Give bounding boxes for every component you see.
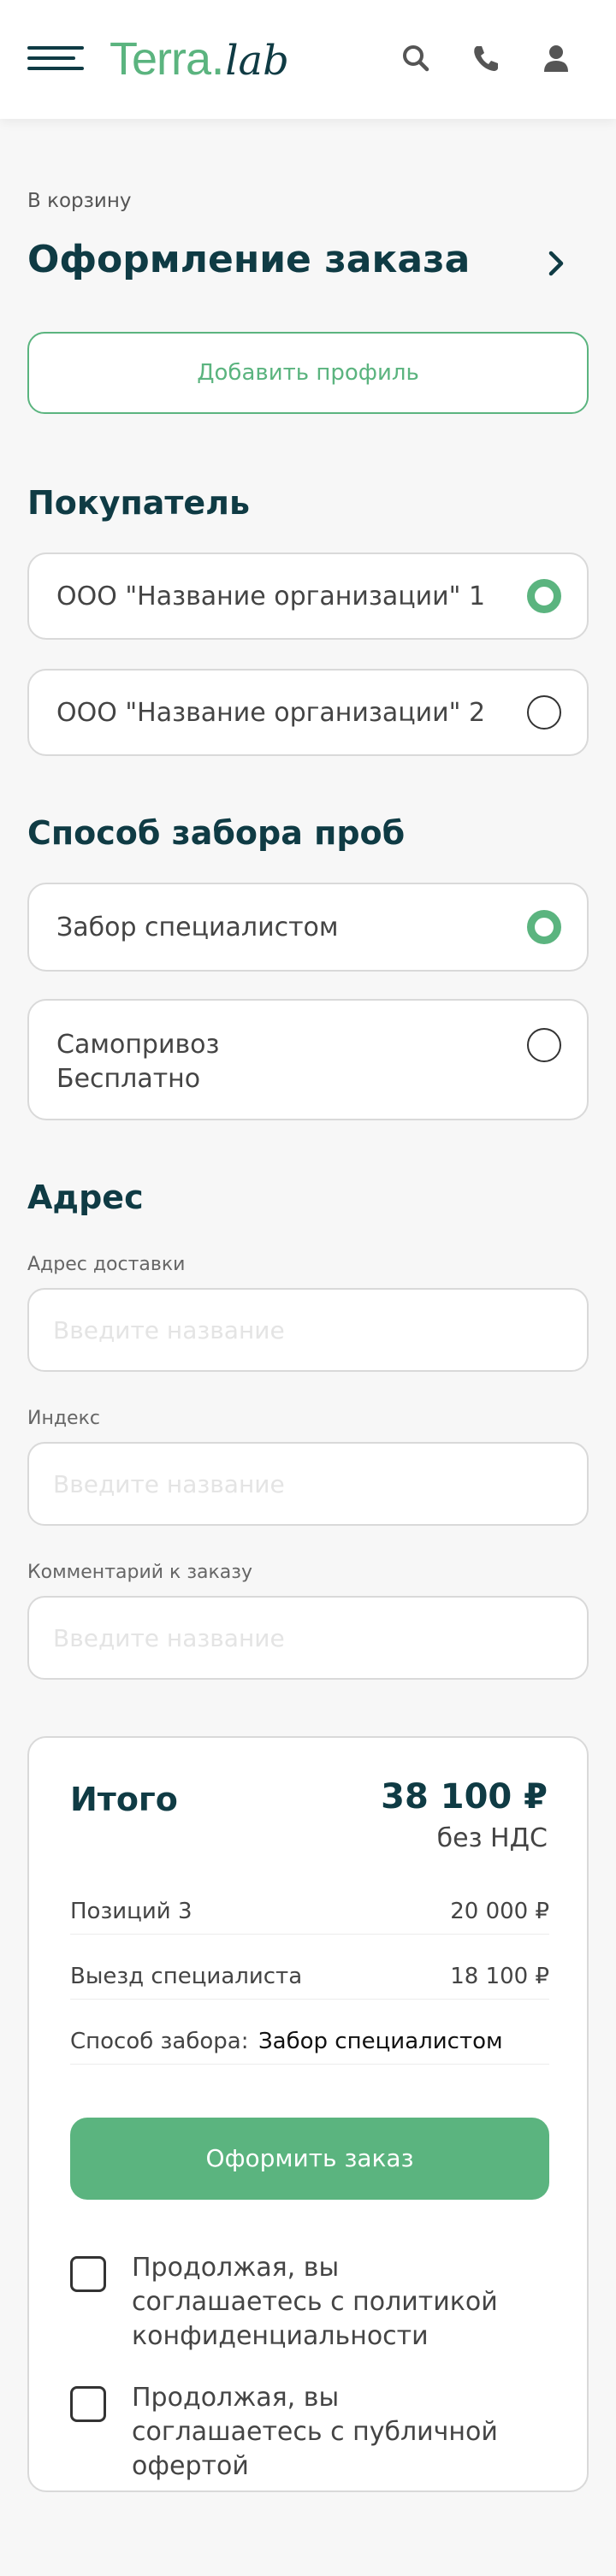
sampling-option-label: Забор специалистом (56, 913, 339, 942)
buyer-option-label: ООО "Название организации" 2 (56, 698, 486, 728)
summary-row-value: 18 100 ₽ (450, 1964, 549, 1989)
chevron-right-icon[interactable] (544, 248, 568, 279)
sampling-option-self[interactable]: Самопривоз Бесплатно (27, 999, 589, 1120)
summary-row-value: 20 000 ₽ (450, 1899, 549, 1924)
user-icon[interactable] (539, 41, 573, 75)
sampling-option-label: Самопривоз (56, 1030, 220, 1060)
summary-row: Позиций 3 20 000 ₽ (70, 1894, 549, 1935)
site-header: Terra.lab (0, 0, 616, 119)
buyer-option-1[interactable]: ООО "Название организации" 1 (27, 552, 589, 640)
logo-dot: . (210, 32, 226, 86)
radio-selected[interactable] (527, 910, 561, 944)
summary-row: Выезд специалиста 18 100 ₽ (70, 1959, 549, 2000)
radio-unselected[interactable] (527, 1028, 561, 1062)
privacy-policy-text: Продолжая, вы соглашаетесь с политикой к… (132, 2253, 498, 2351)
menu-icon[interactable] (27, 44, 84, 72)
add-profile-button[interactable]: Добавить профиль (27, 332, 589, 414)
logo-main: Terra (110, 33, 211, 85)
postal-index-label: Индекс (27, 1408, 100, 1429)
postal-index-input[interactable] (27, 1442, 589, 1526)
page-title: Оформление заказа (27, 238, 471, 281)
logo-sub: lab (225, 37, 289, 85)
summary-vat-note: без НДС (436, 1823, 548, 1853)
radio-unselected[interactable] (527, 695, 561, 730)
buyer-option-2[interactable]: ООО "Название организации" 2 (27, 669, 589, 756)
logo[interactable]: Terra.lab (110, 29, 289, 89)
sampling-option-sublabel: Бесплатно (56, 1064, 201, 1094)
order-comment-input[interactable] (27, 1596, 589, 1680)
summary-row-label: Выезд специалиста (70, 1964, 303, 1989)
summary-row: Способ забора: Забор специалистом (70, 2024, 549, 2065)
summary-total: 38 100 ₽ (381, 1777, 548, 1817)
address-heading: Адрес (27, 1179, 144, 1216)
breadcrumb[interactable]: В корзину (27, 190, 131, 212)
search-icon[interactable] (399, 41, 433, 75)
order-comment-label: Комментарий к заказу (27, 1562, 252, 1583)
radio-selected[interactable] (527, 579, 561, 613)
phone-icon[interactable] (469, 41, 503, 75)
summary-row-value: Забор специалистом (258, 2029, 503, 2054)
submit-order-button[interactable]: Оформить заказ (70, 2118, 549, 2200)
sampling-heading: Способ забора проб (27, 814, 406, 852)
delivery-address-input[interactable] (27, 1288, 589, 1372)
privacy-policy-checkbox[interactable] (70, 2256, 106, 2292)
summary-row-label: Способ забора: (70, 2029, 249, 2054)
sampling-option-specialist[interactable]: Забор специалистом (27, 883, 589, 972)
buyer-heading: Покупатель (27, 484, 251, 522)
public-offer-text: Продолжая, вы соглашаетесь с публичной о… (132, 2383, 498, 2481)
summary-row-label: Позиций 3 (70, 1899, 192, 1924)
public-offer-checkbox[interactable] (70, 2386, 106, 2422)
order-summary-card: Итого 38 100 ₽ без НДС Позиций 3 20 000 … (27, 1736, 589, 2492)
buyer-option-label: ООО "Название организации" 1 (56, 582, 486, 612)
summary-title: Итого (70, 1781, 178, 1818)
delivery-address-label: Адрес доставки (27, 1254, 186, 1275)
